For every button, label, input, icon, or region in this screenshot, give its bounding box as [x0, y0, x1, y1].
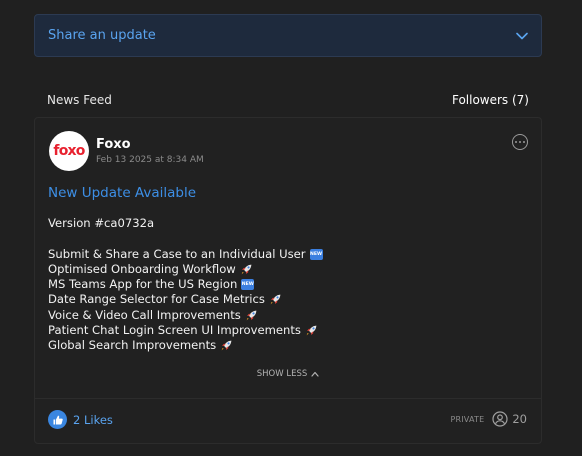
share-update-label: Share an update [48, 28, 156, 43]
user-icon [492, 411, 508, 427]
followers-link[interactable]: Followers (7) [452, 93, 529, 107]
post-body: Version #ca0732a Submit & Share a Case t… [48, 216, 518, 354]
update-item-text: Optimised Onboarding Workflow [48, 261, 236, 276]
avatar-logo-text: foxo [53, 143, 85, 159]
update-item-text: Global Search Improvements [48, 338, 217, 353]
rocket-icon [246, 310, 257, 321]
news-feed-title: News Feed [47, 93, 112, 107]
update-item-text: Submit & Share a Case to an Individual U… [48, 246, 306, 261]
chevron-up-icon [311, 371, 319, 377]
thumbs-up-icon[interactable] [48, 410, 67, 429]
rocket-icon [241, 264, 252, 275]
update-item-text: Patient Chat Login Screen UI Improvement… [48, 323, 301, 338]
update-item: Optimised Onboarding Workflow [48, 262, 518, 277]
update-item: Global Search Improvements [48, 338, 518, 353]
new-badge-icon: NEW [309, 248, 323, 260]
more-options-icon[interactable] [512, 134, 528, 150]
new-badge-icon: NEW [241, 279, 255, 291]
post-title: New Update Available [48, 185, 197, 201]
show-less-button[interactable]: SHOW LESS [35, 369, 541, 379]
update-item: Patient Chat Login Screen UI Improvement… [48, 323, 518, 338]
update-item: Submit & Share a Case to an Individual U… [48, 247, 518, 262]
post-timestamp: Feb 13 2025 at 8:34 AM [96, 155, 204, 165]
share-update-bar[interactable]: Share an update [34, 14, 542, 57]
card-divider [35, 398, 541, 399]
update-item: MS Teams App for the US Region NEW [48, 277, 518, 292]
update-item-text: Voice & Video Call Improvements [48, 307, 241, 322]
chevron-down-icon[interactable] [515, 29, 529, 43]
show-less-label: SHOW LESS [256, 369, 308, 379]
update-item: Voice & Video Call Improvements [48, 308, 518, 323]
rocket-icon [306, 325, 317, 336]
post-card: foxo Foxo Feb 13 2025 at 8:34 AM New Upd… [34, 117, 542, 444]
view-count: 20 [492, 411, 527, 427]
rocket-icon [270, 295, 281, 305]
rocket-icon [221, 341, 232, 351]
view-count-value: 20 [512, 412, 527, 426]
news-feed-header: News Feed Followers (7) [47, 93, 529, 107]
update-item: Date Range Selector for Case Metrics [48, 292, 518, 307]
update-item-text: Date Range Selector for Case Metrics [48, 292, 265, 307]
likes-count[interactable]: 2 Likes [73, 413, 113, 427]
likes-button[interactable]: 2 Likes [48, 410, 113, 429]
post-author[interactable]: Foxo [96, 137, 131, 152]
visibility-label: PRIVATE [450, 414, 485, 424]
version-line: Version #ca0732a [48, 216, 155, 230]
post-visibility-info: PRIVATE 20 [450, 411, 527, 427]
avatar[interactable]: foxo [49, 131, 89, 171]
update-item-text: MS Teams App for the US Region [48, 277, 238, 292]
